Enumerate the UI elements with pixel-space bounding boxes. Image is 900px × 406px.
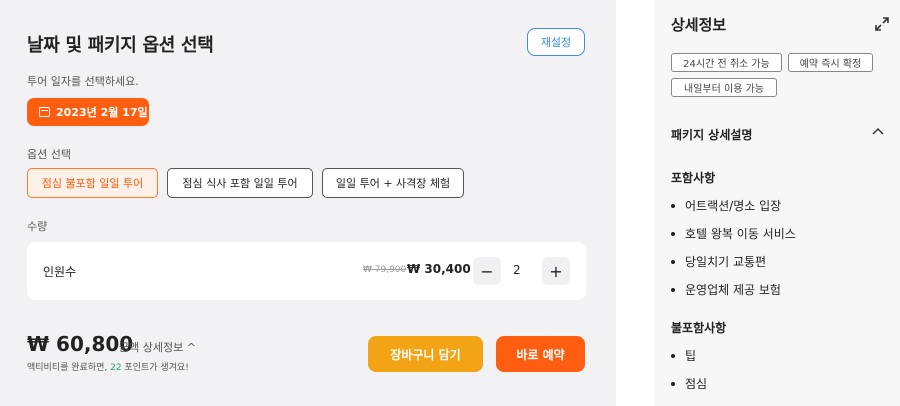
list-item-label: 점심 (685, 377, 708, 391)
list-item-label: 팁 (685, 349, 697, 363)
option-lunch-included[interactable]: 점심 식사 포함 일일 투어 (167, 168, 313, 198)
book-now-button[interactable]: 바로 예약 (496, 336, 585, 372)
discounted-price: ₩ 30,400 (407, 262, 471, 276)
list-item: 호텔 왕복 이동 서비스 (671, 225, 796, 242)
list-item: 운영업체 제공 보험 (671, 281, 781, 298)
bullet-icon (671, 353, 675, 358)
tag-free-cancel: 24시간 전 취소 가능 (671, 53, 782, 72)
bullet-icon (671, 231, 675, 236)
page-title: 날짜 및 패키지 옵션 선택 (27, 35, 214, 56)
bullet-icon (671, 381, 675, 386)
list-item-label: 운영업체 제공 보험 (685, 283, 781, 297)
tag-instant-confirm: 예약 즉시 확정 (788, 53, 873, 72)
option-shooting-range[interactable]: 일일 투어 + 사격장 체험 (322, 168, 464, 198)
bullet-icon (671, 259, 675, 264)
expand-icon[interactable] (875, 17, 889, 31)
date-hint: 투어 일자를 선택하세요. (27, 75, 139, 88)
included-title: 포함사항 (671, 171, 716, 185)
date-picker-button[interactable]: 2023년 2월 17일 (27, 98, 149, 126)
bullet-icon (671, 287, 675, 292)
list-item: 당일치기 교통편 (671, 253, 766, 270)
decrement-button[interactable]: − (473, 257, 501, 285)
date-value: 2023년 2월 17일 (56, 106, 148, 119)
bullet-icon (671, 203, 675, 208)
points-info: 액티비티를 완료하면, 22 포인트가 생겨요! (27, 360, 189, 373)
details-sidebar: 상세정보 24시간 전 취소 가능 예약 즉시 확정 내일부터 이용 가능 패키… (654, 0, 900, 406)
tag-available-tomorrow: 내일부터 이용 가능 (671, 78, 777, 97)
list-item: 어트랙션/명소 입장 (671, 197, 781, 214)
package-detail-title: 패키지 상세설명 (671, 128, 753, 142)
points-prefix: 액티비티를 완료하면, (27, 363, 111, 373)
excluded-title: 불포함사항 (671, 321, 727, 335)
list-item: 점심 (671, 375, 707, 392)
calendar-icon (39, 107, 50, 117)
list-item-label: 어트랙션/명소 입장 (685, 199, 782, 213)
original-price: ₩ 79,900 (363, 265, 407, 275)
sidebar-title: 상세정보 (671, 16, 727, 34)
quantity-label: 수량 (27, 220, 48, 233)
quantity-name: 인원수 (43, 265, 77, 279)
chevron-up-icon[interactable] (871, 126, 885, 136)
price-detail-link[interactable]: 금액 상세정보 ^ (119, 339, 196, 355)
list-item: 팁 (671, 347, 696, 364)
booking-panel: 날짜 및 패키지 옵션 선택 재설정 투어 일자를 선택하세요. 2023년 2… (0, 0, 616, 406)
list-item-label: 당일치기 교통편 (685, 255, 767, 269)
points-suffix: 포인트가 생겨요! (121, 363, 189, 373)
list-item-label: 호텔 왕복 이동 서비스 (685, 227, 796, 241)
quantity-card: 인원수 ₩ 79,900 ₩ 30,400 − 2 + (27, 242, 586, 300)
option-lunch-excluded[interactable]: 점심 불포함 일일 투어 (27, 168, 158, 198)
reset-button[interactable]: 재설정 (527, 28, 585, 56)
total-price: ₩ 60,800 (27, 332, 134, 356)
options-label: 옵션 선택 (27, 148, 71, 161)
quantity-value: 2 (513, 263, 521, 277)
points-value: 22 (110, 363, 122, 373)
add-to-cart-button[interactable]: 장바구니 담기 (368, 336, 483, 372)
increment-button[interactable]: + (542, 257, 570, 285)
